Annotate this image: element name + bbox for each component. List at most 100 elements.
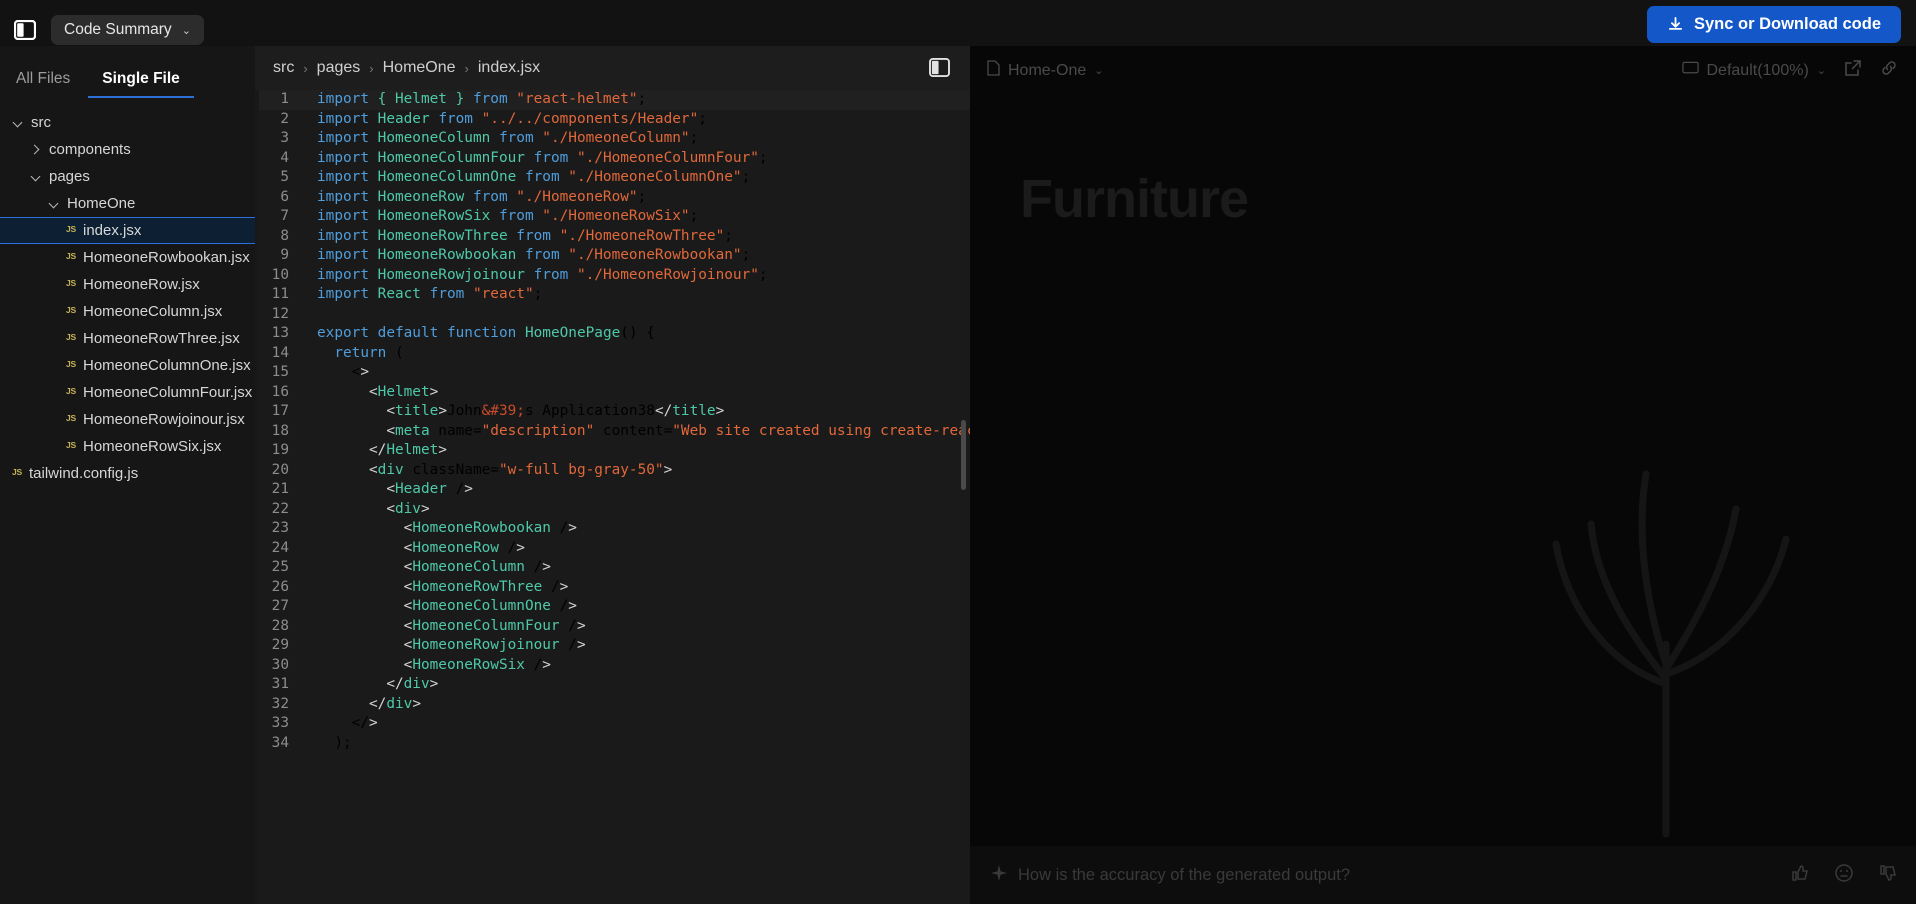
line-number: 14 [271,344,289,361]
code-line: 21 <Header /> [255,480,970,500]
line-content: </div> [368,695,421,712]
tree-item-tailwind-config-js[interactable]: JS tailwind.config.js [0,460,255,487]
panel-layout-icon[interactable] [12,17,38,43]
tree-item-homeonecolumn-jsx[interactable]: JS HomeoneColumn.jsx [0,298,255,325]
external-link-icon[interactable] [1844,59,1862,82]
tree-item-label: HomeoneRowbookan.jsx [83,249,250,266]
code-line: 27 <HomeoneColumnOne /> [255,597,970,617]
line-number: 33 [271,715,289,731]
tree-item-homeone[interactable]: HomeOne [0,190,255,217]
tree-item-label: src [31,114,51,131]
code-line: 18 <meta name="description" content="Web… [255,422,970,442]
tree-item-pages[interactable]: pages [0,163,255,190]
preview-toolbar: Home-One ⌄ Default(100%) ⌄ [970,46,1916,95]
line-content: <div> [386,500,430,517]
line-content: <meta name="description" content="Web si… [386,422,970,439]
line-content [303,305,317,325]
line-number: 25 [271,559,289,575]
preview-watermark-text: Furniture [1020,169,1249,229]
line-number: 2 [280,110,289,127]
tree-item-label: index.jsx [83,222,142,239]
breadcrumb-item-src[interactable]: src [273,59,294,77]
line-content: </> [317,715,378,731]
tab-all-files-label: All Files [16,70,71,87]
sync-or-download-code-button[interactable]: Sync or Download code [1646,6,1901,43]
thumbs-up-icon[interactable] [1790,863,1810,888]
tree-item-label: HomeoneRowThree.jsx [83,330,240,347]
code-summary-label: Code Summary [64,20,172,38]
line-number: 27 [271,598,289,614]
line-number: 13 [271,325,289,341]
chevron-right-icon: › [464,60,469,76]
breadcrumb-item-indexjsx[interactable]: index.jsx [478,59,540,77]
tree-item-homeonerow-jsx[interactable]: JS HomeoneRow.jsx [0,271,255,298]
code-lines: 1 import { Helmet } from "react-helmet"; 2… [255,90,970,753]
chevron-down-icon: ⌄ [1094,65,1104,77]
line-number: 17 [271,403,289,419]
code-line: 24 <HomeoneRow /> [255,539,970,559]
tree-item-homeonecolumnone-jsx[interactable]: JS HomeoneColumnOne.jsx [0,352,255,379]
chevron-down-icon[interactable] [12,116,25,129]
tree-item-homeonerowjoinour-jsx[interactable]: JS HomeoneRowjoinour.jsx [0,406,255,433]
line-content: <HomeoneRowSix /> [403,656,551,673]
line-content: import { Helmet } from "react-helmet"; [317,91,647,107]
preview-zoom-selector[interactable]: Default(100%) ⌄ [1681,61,1826,80]
tree-item-homeonerowbookan-jsx[interactable]: JS HomeoneRowbookan.jsx [0,244,255,271]
split-editor-icon[interactable] [927,55,952,80]
tree-item-label: components [49,141,131,158]
link-icon[interactable] [1880,59,1898,82]
js-file-icon: JS [12,466,22,477]
tab-single-file[interactable]: Single File [88,70,194,98]
code-line: 8 import HomeoneRowThree from "./HomeoneR… [255,227,970,247]
tree-item-label: HomeoneColumn.jsx [83,303,223,320]
chevron-down-icon[interactable] [48,197,61,210]
editor-vertical-scrollbar[interactable] [961,420,966,490]
thumbs-down-icon[interactable] [1878,863,1898,888]
tab-all-files[interactable]: All Files [13,70,88,97]
code-text-area[interactable]: 1 import { Helmet } from "react-helmet"; 2… [255,90,970,904]
code-summary-dropdown[interactable]: Code Summary ⌄ [51,14,204,45]
line-number: 24 [271,539,289,556]
code-line: 28 <HomeoneColumnFour /> [255,617,970,637]
feedback-bar: How is the accuracy of the generated out… [970,846,1916,904]
code-line: 11 import React from "react"; [255,285,970,305]
line-number: 9 [280,247,289,263]
breadcrumb-item-pages[interactable]: pages [317,59,361,77]
line-content: <title>John&#39;s Application38</title> [386,403,725,419]
tree-item-homeonerowsix-jsx[interactable]: JS HomeoneRowSix.jsx [0,433,255,460]
tree-item-components[interactable]: components [0,136,255,163]
js-file-icon: JS [66,223,76,234]
chevron-down-icon[interactable] [30,170,43,183]
breadcrumb-item-homeone[interactable]: HomeOne [383,59,456,77]
tab-single-file-label: Single File [102,70,180,87]
line-content: <HomeoneRow /> [403,539,525,556]
chevron-down-icon: ⌄ [181,25,191,37]
code-line: 6 import HomeoneRow from "./HomeoneRow"; [255,188,970,208]
monitor-icon [1681,61,1699,80]
line-content: <Header /> [386,481,473,497]
code-line: 26 <HomeoneRowThree /> [255,578,970,598]
line-number: 6 [280,188,289,205]
preview-page-selector[interactable]: Home-One ⌄ [986,60,1103,81]
neutral-face-icon[interactable] [1834,863,1854,888]
code-line: 29 <HomeoneRowjoinour /> [255,636,970,656]
tree-item-label: tailwind.config.js [29,465,139,482]
code-line: 23 <HomeoneRowbookan /> [255,519,970,539]
line-content: import React from "react"; [317,286,543,302]
tree-item-index-jsx[interactable]: JS index.jsx [0,217,255,244]
code-line: 30 <HomeoneRowSix /> [255,656,970,676]
line-content: <HomeoneRowjoinour /> [403,637,586,653]
line-number: 11 [271,286,289,302]
file-tree: src components pages HomeOne JS index.jsx JS Ho… [0,97,255,487]
line-number: 16 [271,383,289,400]
tree-item-homeonerowthree-jsx[interactable]: JS HomeoneRowThree.jsx [0,325,255,352]
chevron-right-icon[interactable] [30,143,43,156]
tree-item-homeonecolumnfour-jsx[interactable]: JS HomeoneColumnFour.jsx [0,379,255,406]
tree-item-src[interactable]: src [0,109,255,136]
line-number: 29 [271,637,289,653]
code-line: 10 import HomeoneRowjoinour from "./Homeo… [255,266,970,286]
js-file-icon: JS [66,331,76,342]
tree-item-label: pages [49,168,90,185]
tree-item-label: HomeoneRowjoinour.jsx [83,411,245,428]
code-line: 2 import Header from "../../components/He… [255,110,970,130]
